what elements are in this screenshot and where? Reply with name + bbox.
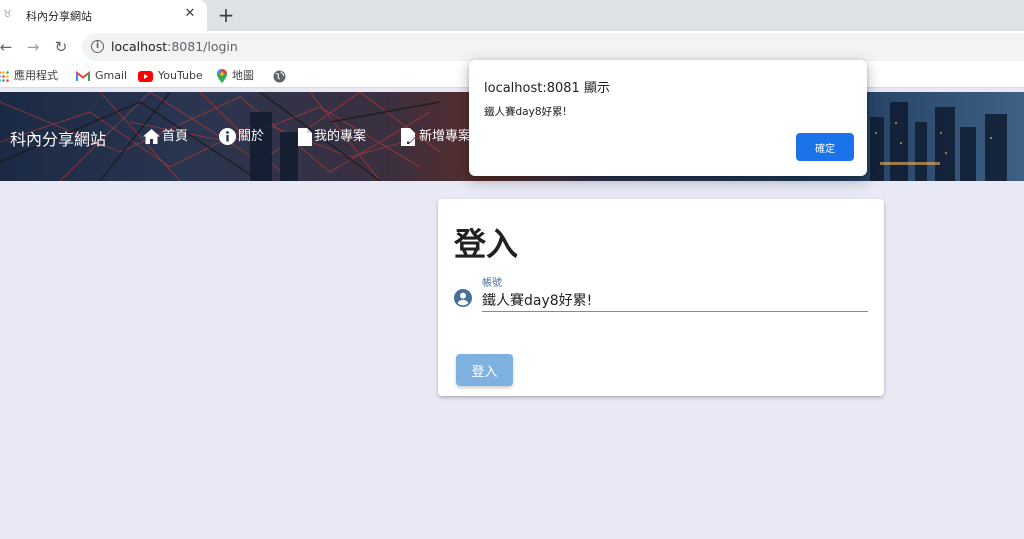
page-title: 登入 — [454, 225, 519, 263]
alert-dialog: localhost:8081 顯示 鐵人賽day8好累! 確定 — [469, 60, 867, 176]
youtube-icon — [138, 70, 153, 82]
nav-new-project[interactable]: 新增專案 — [401, 127, 471, 147]
bookmark-maps[interactable]: 地圖 — [217, 68, 254, 84]
account-circle-icon — [454, 289, 472, 307]
login-button[interactable]: 登入 — [456, 354, 513, 386]
alert-title: localhost:8081 顯示 — [484, 81, 610, 96]
home-icon — [143, 129, 160, 144]
document-icon — [298, 127, 312, 146]
browser-tab[interactable]: ♉ 科內分享網站 ✕ — [0, 0, 207, 31]
login-card: 登入 帳號 登入 — [438, 199, 884, 396]
nav-home[interactable]: 首頁 — [143, 127, 188, 147]
account-input[interactable] — [482, 288, 868, 312]
bookmark-globe[interactable] — [273, 68, 291, 84]
url-text: localhost:8081/login — [111, 39, 238, 54]
favicon-icon: ♉ — [3, 9, 12, 20]
apps-grid-icon — [0, 70, 9, 82]
edit-document-icon — [401, 127, 416, 146]
info-icon — [219, 128, 236, 145]
site-info-icon[interactable]: i — [91, 40, 104, 53]
nav-about[interactable]: 關於 — [219, 127, 264, 147]
new-tab-button[interactable]: + — [216, 5, 236, 25]
reload-icon[interactable]: ↻ — [51, 37, 71, 57]
alert-ok-button[interactable]: 確定 — [796, 133, 854, 161]
alert-message: 鐵人賽day8好累! — [484, 106, 567, 118]
browser-toolbar: ← → ↻ i localhost:8081/login — [0, 31, 1024, 63]
nav-my-projects[interactable]: 我的專案 — [298, 127, 366, 147]
address-bar[interactable]: i localhost:8081/login — [82, 33, 1024, 61]
globe-icon — [273, 70, 286, 82]
gmail-icon — [76, 70, 90, 81]
back-icon[interactable]: ← — [0, 37, 16, 57]
site-brand[interactable]: 科內分享網站 — [10, 126, 106, 150]
close-tab-icon[interactable]: ✕ — [182, 6, 198, 22]
browser-tabstrip: ♉ 科內分享網站 ✕ + — [0, 0, 1024, 31]
account-field-label: 帳號 — [482, 278, 502, 289]
bookmark-youtube[interactable]: YouTube — [138, 68, 203, 84]
bookmark-apps[interactable]: 應用程式 — [0, 68, 58, 84]
bookmark-gmail[interactable]: Gmail — [76, 68, 127, 84]
tab-title: 科內分享網站 — [26, 10, 92, 23]
maps-pin-icon — [217, 69, 227, 83]
forward-icon[interactable]: → — [23, 37, 43, 57]
